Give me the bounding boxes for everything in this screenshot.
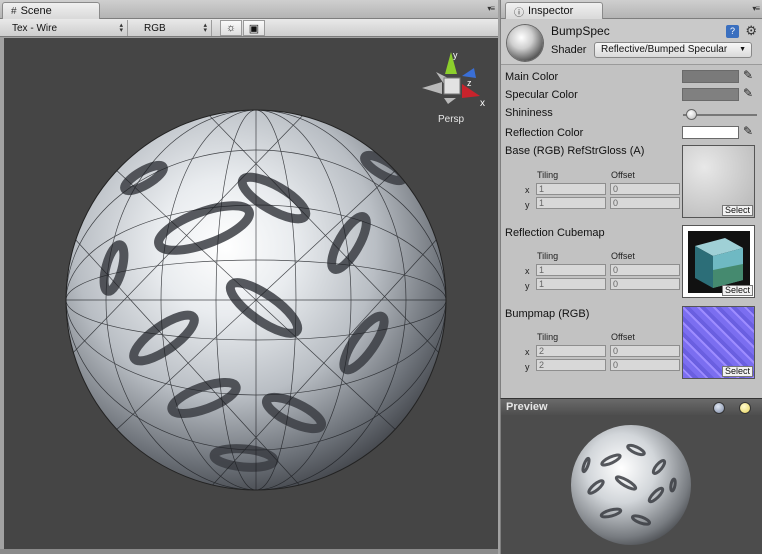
preview-title: Preview xyxy=(506,401,548,413)
eyedropper-icon[interactable]: ✎ xyxy=(743,124,753,138)
tiling-header: Tiling xyxy=(537,251,559,261)
x-axis-label: x xyxy=(525,266,530,276)
tab-scene-label: Scene xyxy=(20,5,52,17)
preview-header: Preview xyxy=(500,398,762,415)
channel-value: RGB xyxy=(144,22,166,34)
projection-label: Persp xyxy=(438,114,465,125)
info-icon: ⓘ xyxy=(514,7,524,19)
reflection-cubemap-label: Reflection Cubemap xyxy=(505,227,605,239)
tiling-y-field[interactable]: 1 xyxy=(536,278,606,290)
gizmo-z-label: z xyxy=(467,78,472,88)
tab-inspector-label: Inspector xyxy=(528,5,574,17)
tiling-header: Tiling xyxy=(537,332,559,342)
scene-viewport[interactable]: y z x Persp xyxy=(4,38,498,549)
inspector-tabbar: ⓘ Inspector ▾≡ xyxy=(501,0,762,19)
panel-menu-icon[interactable]: ▾≡ xyxy=(752,4,760,13)
eyedropper-icon[interactable]: ✎ xyxy=(743,86,753,100)
shininess-slider-knob[interactable] xyxy=(686,109,697,120)
gizmo-x-label: x xyxy=(480,98,485,109)
gizmo-y-label: y xyxy=(453,50,458,60)
specular-color-label: Specular Color xyxy=(505,89,578,101)
tab-inspector[interactable]: ⓘ Inspector xyxy=(505,2,603,19)
y-axis-label: y xyxy=(525,200,530,210)
lighting-toggle-button[interactable]: ☼ xyxy=(220,20,242,36)
material-name: BumpSpec xyxy=(551,24,610,38)
x-axis-label: x xyxy=(525,347,530,357)
channel-dropdown[interactable]: RGB ▴ ▾ xyxy=(136,20,212,36)
scene-tabbar: # Scene ▾≡ xyxy=(0,0,498,19)
shader-label: Shader xyxy=(551,44,587,56)
offset-x-field[interactable]: 0 xyxy=(610,264,680,276)
editor-window: # Scene ▾≡ Tex - Wire ▴ ▾ RGB ▴ ▾ ☼ ▣ y … xyxy=(0,0,762,554)
y-axis-label: y xyxy=(525,281,530,291)
select-button[interactable]: Select xyxy=(722,205,753,216)
offset-header: Offset xyxy=(611,251,635,261)
shader-value: Reflective/Bumped Specular xyxy=(601,44,728,55)
shininess-label: Shininess xyxy=(505,107,553,119)
grid-icon: # xyxy=(11,5,17,17)
preview-light-toggle-icon[interactable] xyxy=(739,402,751,414)
base-texture-label: Base (RGB) RefStrGloss (A) xyxy=(505,145,645,157)
reflection-color-swatch[interactable] xyxy=(682,126,739,139)
eyedropper-icon[interactable]: ✎ xyxy=(743,68,753,82)
x-axis-label: x xyxy=(525,185,530,195)
reflection-color-label: Reflection Color xyxy=(505,127,584,139)
specular-color-swatch[interactable] xyxy=(682,88,739,101)
main-color-swatch[interactable] xyxy=(682,70,739,83)
material-header: BumpSpec ? ⚙ Shader Reflective/Bumped Sp… xyxy=(501,19,762,65)
panel-menu-icon[interactable]: ▾≡ xyxy=(487,4,495,13)
bumpmap-texture-slot[interactable]: Select xyxy=(682,306,755,379)
orientation-gizmo[interactable]: y z x Persp xyxy=(422,50,485,125)
offset-x-field[interactable]: 0 xyxy=(610,345,680,357)
tiling-x-field[interactable]: 1 xyxy=(536,264,606,276)
updown-arrows-icon: ▴ ▾ xyxy=(119,22,123,34)
offset-y-field[interactable]: 0 xyxy=(610,278,680,290)
bumpmap-label: Bumpmap (RGB) xyxy=(505,308,590,320)
scene-toolbar: Tex - Wire ▴ ▾ RGB ▴ ▾ ☼ ▣ xyxy=(0,19,498,37)
offset-y-field[interactable]: 0 xyxy=(610,197,680,209)
tiling-y-field[interactable]: 1 xyxy=(536,197,606,209)
offset-header: Offset xyxy=(611,170,635,180)
offset-header: Offset xyxy=(611,332,635,342)
tab-scene[interactable]: # Scene xyxy=(2,2,100,19)
select-button[interactable]: Select xyxy=(722,366,753,377)
cubemap-texture-slot[interactable]: Select xyxy=(682,225,755,298)
preview-render xyxy=(571,425,691,545)
material-thumbnail xyxy=(507,25,543,61)
sun-icon: ☼ xyxy=(225,22,237,34)
render-mode-value: Tex - Wire xyxy=(12,22,57,34)
render-mode-dropdown[interactable]: Tex - Wire ▴ ▾ xyxy=(4,20,128,36)
y-axis-label: y xyxy=(525,362,530,372)
select-button[interactable]: Select xyxy=(722,285,753,296)
scene-panel: # Scene ▾≡ Tex - Wire ▴ ▾ RGB ▴ ▾ ☼ ▣ y … xyxy=(0,0,498,554)
tiling-y-field[interactable]: 2 xyxy=(536,359,606,371)
gear-icon[interactable]: ⚙ xyxy=(745,23,757,39)
preview-area[interactable] xyxy=(500,415,762,554)
inspector-panel: ⓘ Inspector ▾≡ BumpSpec ? ⚙ Shader Refle… xyxy=(500,0,762,398)
main-color-label: Main Color xyxy=(505,71,559,83)
tiling-x-field[interactable]: 1 xyxy=(536,183,606,195)
base-texture-slot[interactable]: Select xyxy=(682,145,755,218)
tiling-x-field[interactable]: 2 xyxy=(536,345,606,357)
chevron-down-icon: ▼ xyxy=(739,46,746,53)
preview-sphere-toggle-icon[interactable] xyxy=(713,402,725,414)
scene-render: y z x Persp xyxy=(65,50,485,491)
offset-y-field[interactable]: 0 xyxy=(610,359,680,371)
offset-x-field[interactable]: 0 xyxy=(610,183,680,195)
help-icon[interactable]: ? xyxy=(726,25,739,38)
shader-dropdown[interactable]: Reflective/Bumped Specular ▼ xyxy=(594,42,752,58)
scene-bottom-border xyxy=(0,549,498,554)
tiling-header: Tiling xyxy=(537,170,559,180)
image-toggle-button[interactable]: ▣ xyxy=(243,20,265,36)
image-icon: ▣ xyxy=(248,22,260,35)
updown-arrows-icon: ▴ ▾ xyxy=(203,22,207,34)
